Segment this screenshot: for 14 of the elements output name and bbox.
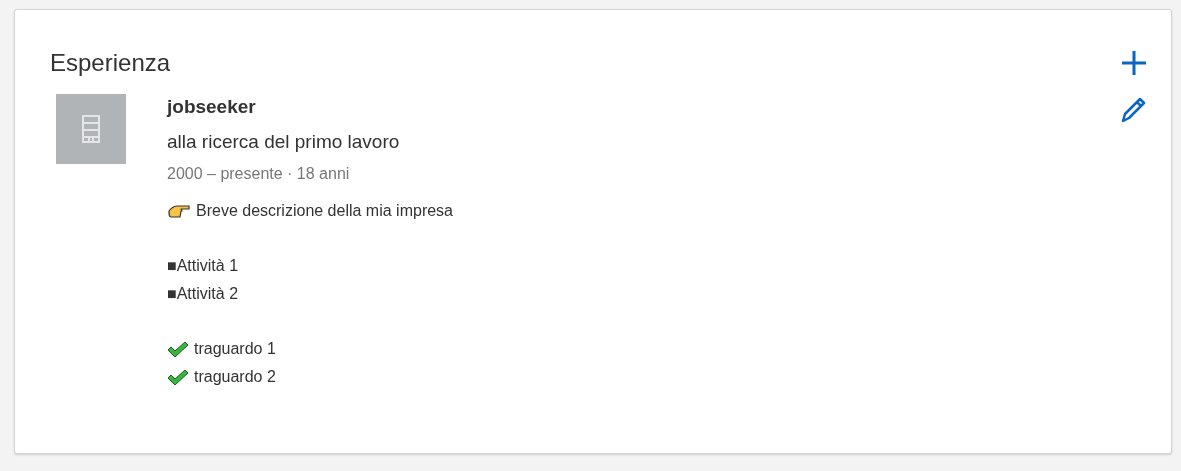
description-line: ■Attività 1 (167, 257, 239, 275)
checkmark-icon (167, 369, 189, 385)
job-title: alla ricerca del primo lavoro (167, 131, 400, 153)
section-title: Esperienza (50, 49, 171, 77)
add-button[interactable] (1119, 48, 1149, 78)
description-line: ■Attività 2 (167, 285, 239, 303)
checkmark-icon (167, 341, 189, 357)
description-line: traguardo 1 (194, 340, 276, 358)
date-range: 2000 – presente · 18 anni (167, 165, 350, 183)
building-icon (79, 114, 103, 144)
description-line: traguardo 2 (194, 368, 276, 386)
company-name: jobseeker (167, 95, 256, 119)
description-line: Breve descrizione della mia impresa (196, 202, 453, 220)
pointing-hand-icon (167, 203, 191, 219)
